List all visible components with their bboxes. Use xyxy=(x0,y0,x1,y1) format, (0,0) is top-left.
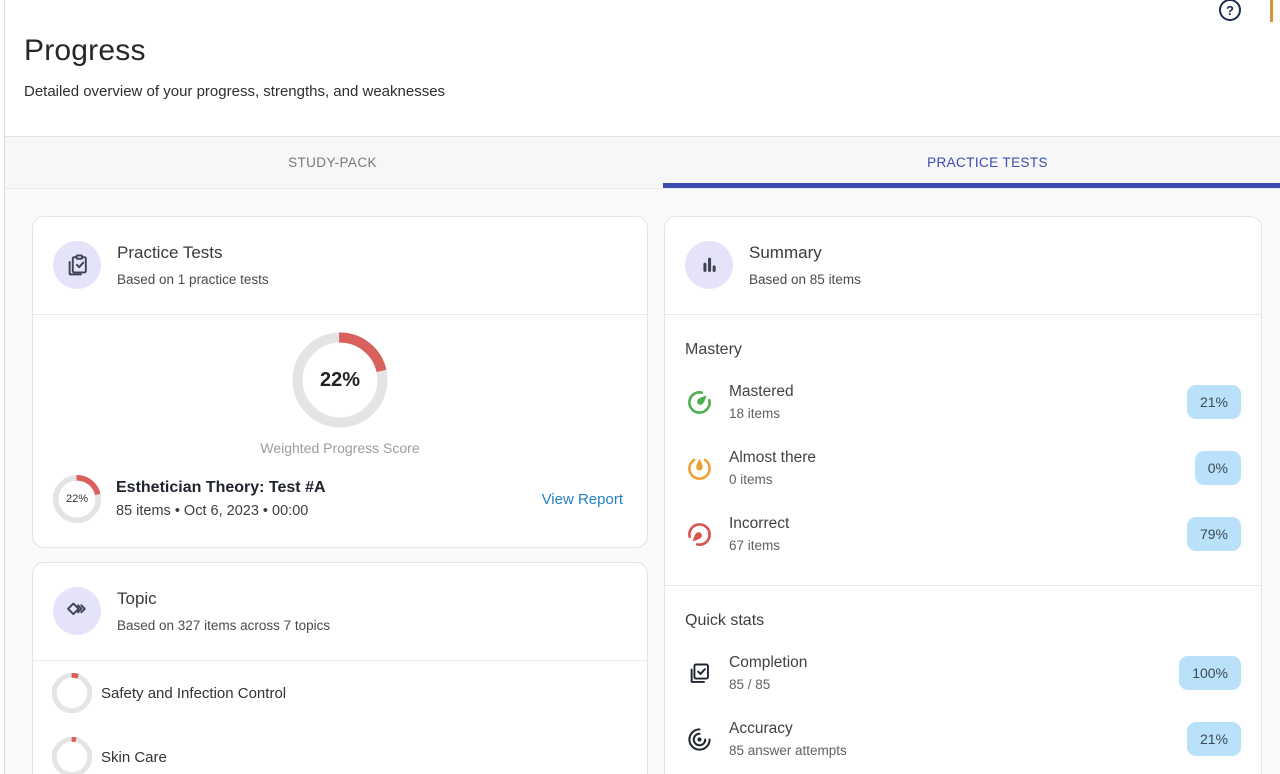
mastery-row-mastered: Mastered 18 items 21% xyxy=(665,369,1261,435)
mastery-heading: Mastery xyxy=(665,315,1261,369)
clipboard-check-icon xyxy=(53,241,101,289)
quick-stats-row-completion: Completion 85 / 85 100% xyxy=(665,640,1261,706)
stat-label: Almost there xyxy=(729,449,816,467)
page-title: Progress xyxy=(24,34,1280,68)
mastery-row-text: Almost there 0 items xyxy=(729,449,816,487)
card-title: Practice Tests xyxy=(117,243,269,263)
page-left-border xyxy=(4,0,5,774)
percent-badge: 100% xyxy=(1179,656,1241,690)
percent-badge: 79% xyxy=(1187,517,1241,551)
mastery-row-text: Incorrect 67 items xyxy=(729,515,789,553)
test-score-donut: 22% xyxy=(53,475,101,523)
percent-badge: 0% xyxy=(1195,451,1241,485)
summary-card-header: Summary Based on 85 items xyxy=(665,217,1261,314)
mastery-row-incorrect: Incorrect 67 items 79% xyxy=(665,501,1261,567)
topic-row: Safety and Infection Control xyxy=(33,661,647,725)
cropped-avatar-edge xyxy=(1270,0,1273,22)
gauge-mid-icon xyxy=(685,455,713,482)
tab-study-pack[interactable]: STUDY-PACK xyxy=(5,137,660,188)
card-subtitle: Based on 85 items xyxy=(749,272,861,287)
percent-badge: 21% xyxy=(1187,722,1241,756)
summary-card-titles: Summary Based on 85 items xyxy=(749,243,861,287)
progress-page: Progress Detailed overview of your progr… xyxy=(5,0,1280,774)
mastery-row-almost-there: Almost there 0 items 0% xyxy=(665,435,1261,501)
svg-text:?: ? xyxy=(1226,3,1234,18)
percent-badge: 21% xyxy=(1187,385,1241,419)
topic-card: Topic Based on 327 items across 7 topics… xyxy=(32,562,648,774)
weighted-score-value: 22% xyxy=(292,332,388,428)
page-subtitle: Detailed overview of your progress, stre… xyxy=(24,83,1280,100)
practice-tests-card-titles: Practice Tests Based on 1 practice tests xyxy=(117,243,269,287)
stat-label: Incorrect xyxy=(729,515,789,533)
mastery-row-text: Mastered 18 items xyxy=(729,383,794,421)
topic-row: Skin Care xyxy=(33,725,647,774)
tab-bar: STUDY-PACK PRACTICE TESTS xyxy=(5,137,1280,189)
test-info: Esthetician Theory: Test #A 85 items • O… xyxy=(116,479,326,519)
practice-test-row: 22% Esthetician Theory: Test #A 85 items… xyxy=(33,473,647,547)
active-tab-indicator xyxy=(663,183,1280,188)
summary-card: Summary Based on 85 items Mastery xyxy=(664,216,1262,774)
test-score-value: 22% xyxy=(53,475,101,523)
help-icon[interactable]: ? xyxy=(1218,0,1242,22)
quick-stats-row-text: Accuracy 85 answer attempts xyxy=(729,720,847,758)
left-column: Practice Tests Based on 1 practice tests… xyxy=(32,216,648,774)
stat-items: 18 items xyxy=(729,406,794,421)
topic-name: Safety and Infection Control xyxy=(101,685,286,702)
stat-label: Mastered xyxy=(729,383,794,401)
test-name: Esthetician Theory: Test #A xyxy=(116,479,326,497)
gauge-low-icon xyxy=(685,521,713,548)
topic-progress-donut xyxy=(52,673,92,713)
bar-chart-icon xyxy=(685,241,733,289)
topic-name: Skin Care xyxy=(101,749,167,766)
accuracy-target-icon xyxy=(685,726,713,753)
gauge-high-icon xyxy=(685,389,713,416)
topic-card-header: Topic Based on 327 items across 7 topics xyxy=(33,563,647,660)
stat-label: Accuracy xyxy=(729,720,847,738)
quick-stats-row-text: Completion 85 / 85 xyxy=(729,654,807,692)
stat-items: 85 answer attempts xyxy=(729,743,847,758)
stat-label: Completion xyxy=(729,654,807,672)
practice-tests-card: Practice Tests Based on 1 practice tests… xyxy=(32,216,648,548)
view-report-link[interactable]: View Report xyxy=(542,491,623,508)
completion-checklist-icon xyxy=(685,660,713,687)
stat-items: 85 / 85 xyxy=(729,677,807,692)
topic-card-titles: Topic Based on 327 items across 7 topics xyxy=(117,589,330,633)
quick-stats-heading: Quick stats xyxy=(665,586,1261,640)
stat-items: 67 items xyxy=(729,538,789,553)
card-title: Summary xyxy=(749,243,861,263)
card-title: Topic xyxy=(117,589,330,609)
weighted-score-caption: Weighted Progress Score xyxy=(33,440,647,473)
test-meta: 85 items • Oct 6, 2023 • 00:00 xyxy=(116,503,326,519)
content-area: Practice Tests Based on 1 practice tests… xyxy=(5,189,1280,774)
practice-tests-card-header: Practice Tests Based on 1 practice tests xyxy=(33,217,647,314)
card-subtitle: Based on 1 practice tests xyxy=(117,272,269,287)
weighted-score-section: 22% Weighted Progress Score xyxy=(33,315,647,473)
stat-items: 0 items xyxy=(729,472,816,487)
page-header: Progress Detailed overview of your progr… xyxy=(5,0,1280,137)
tags-icon xyxy=(53,587,101,635)
card-subtitle: Based on 327 items across 7 topics xyxy=(117,618,330,633)
tab-practice-tests[interactable]: PRACTICE TESTS xyxy=(660,137,1280,188)
topic-progress-donut xyxy=(52,737,92,774)
weighted-score-donut: 22% xyxy=(292,332,388,428)
right-column: Summary Based on 85 items Mastery xyxy=(664,216,1262,774)
quick-stats-row-accuracy: Accuracy 85 answer attempts 21% xyxy=(665,706,1261,772)
